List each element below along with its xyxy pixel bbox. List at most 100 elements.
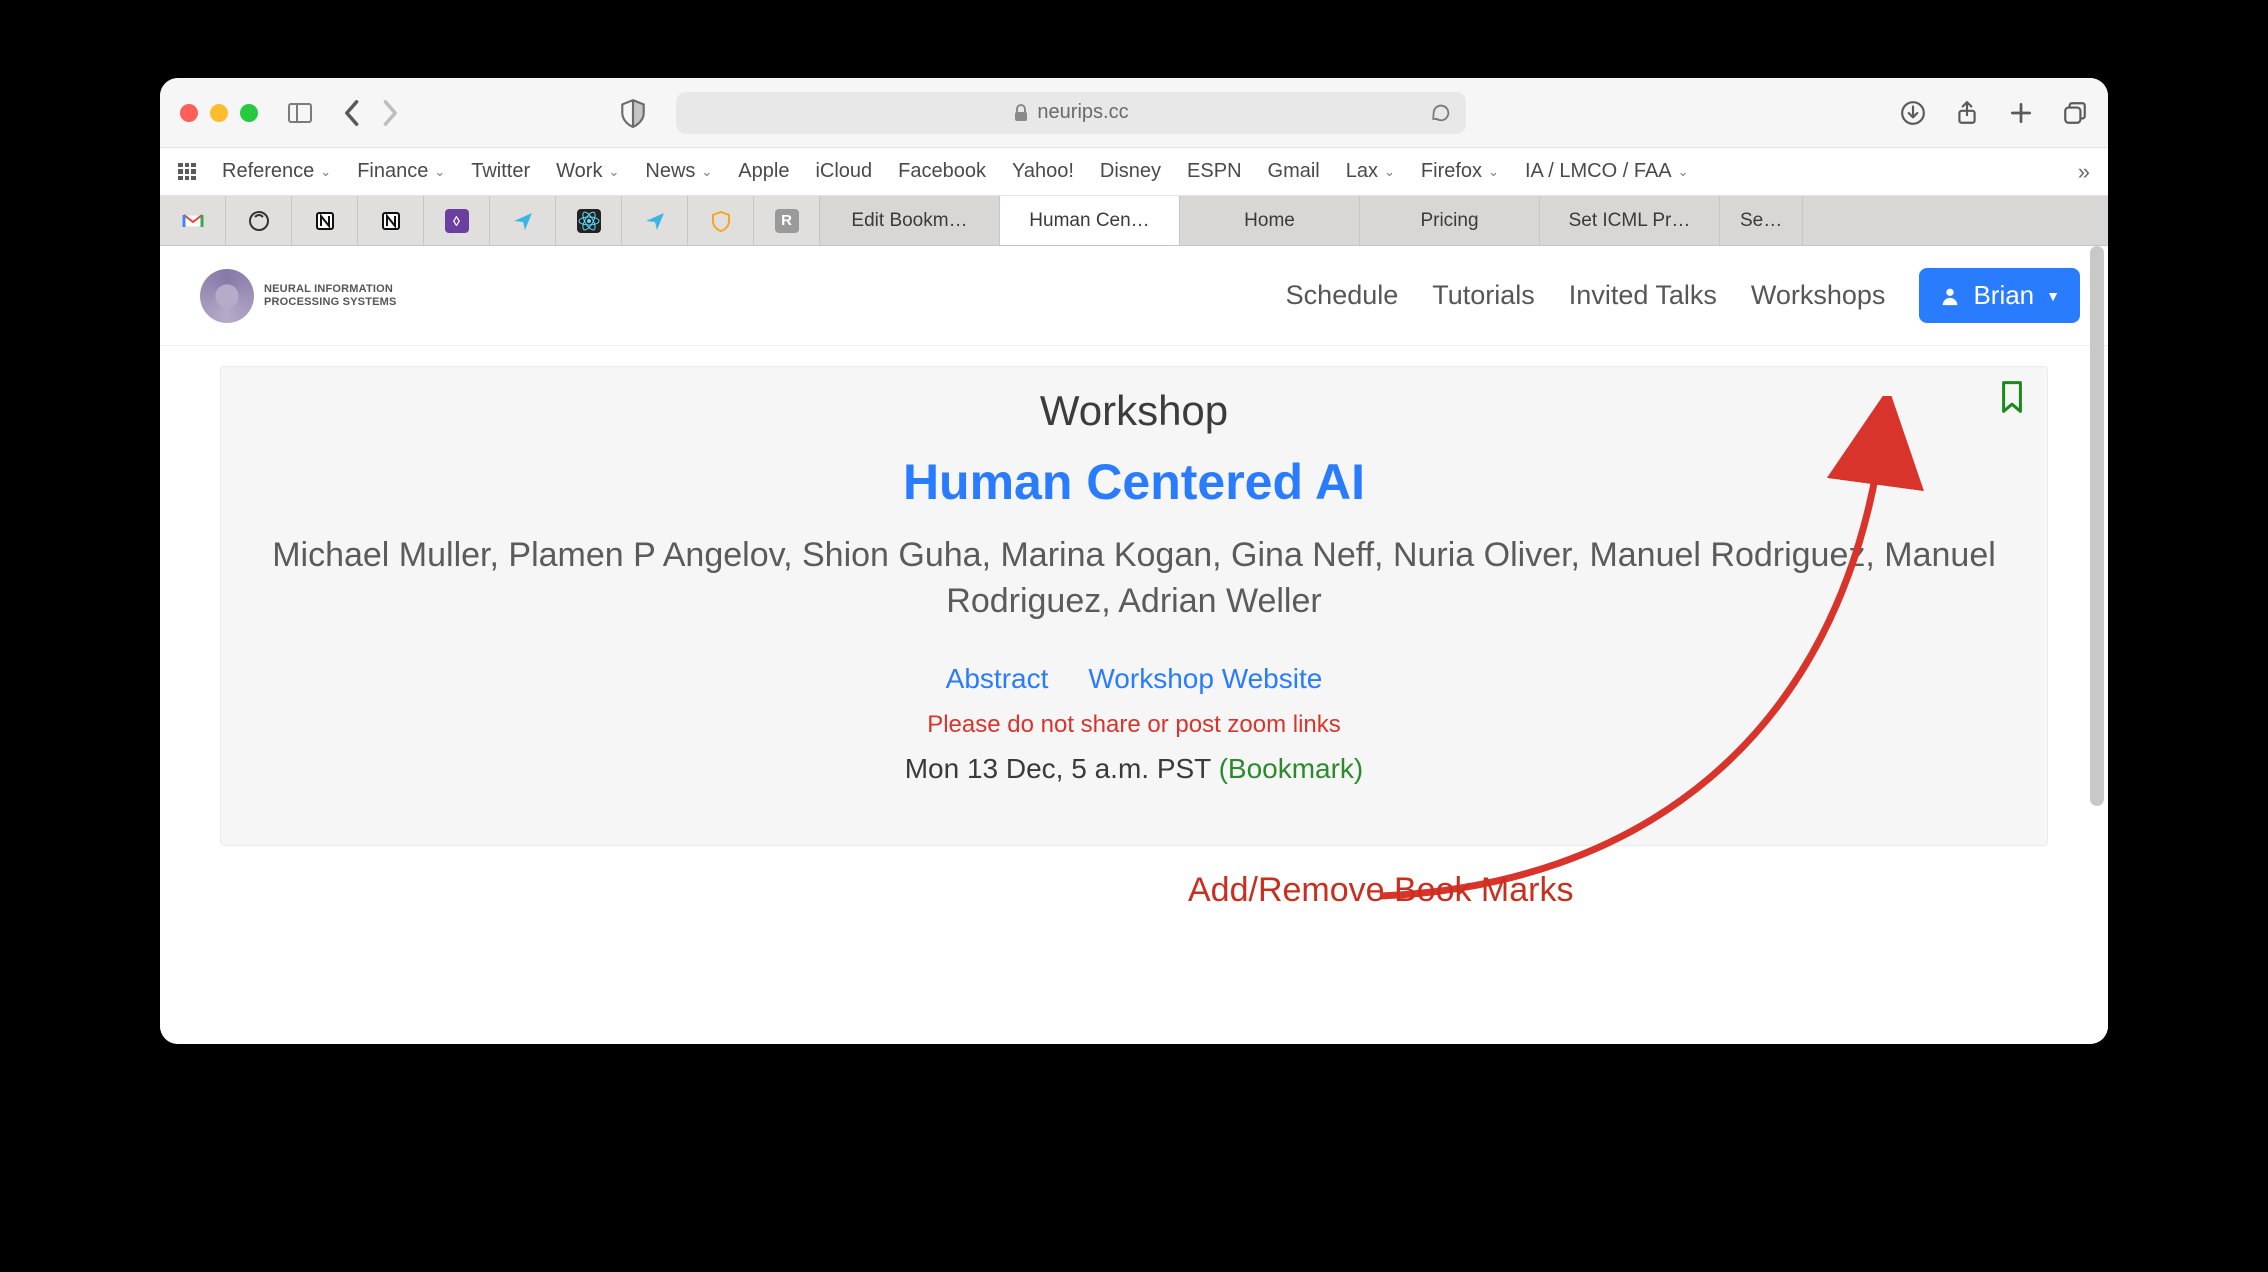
favorites-overflow-button[interactable]: » xyxy=(2078,159,2090,185)
favorite-label: Firefox xyxy=(1421,160,1482,183)
tab-label: Pricing xyxy=(1420,210,1478,232)
scrollbar[interactable] xyxy=(2090,246,2104,806)
event-authors: Michael Muller, Plamen P Angelov, Shion … xyxy=(261,533,2007,625)
chevron-down-icon: ⌄ xyxy=(608,164,619,180)
maximize-window-button[interactable] xyxy=(240,104,258,122)
chevron-down-icon: ⌄ xyxy=(320,164,331,180)
chevron-down-icon: ⌄ xyxy=(1384,164,1395,180)
nav-tutorials[interactable]: Tutorials xyxy=(1432,280,1535,311)
favorite-label: ESPN xyxy=(1187,160,1241,183)
favorite-reference[interactable]: Reference ⌄ xyxy=(222,160,331,183)
nav-invited-talks[interactable]: Invited Talks xyxy=(1569,280,1717,311)
event-card: Workshop Human Centered AI Michael Mulle… xyxy=(220,366,2048,846)
pinned-tab-react[interactable] xyxy=(556,196,622,245)
nav-arrows xyxy=(342,99,400,127)
favorite-espn[interactable]: ESPN xyxy=(1187,160,1241,183)
url-host-text: neurips.cc xyxy=(1037,101,1128,124)
pinned-tab-gmail[interactable] xyxy=(160,196,226,245)
window-controls xyxy=(180,104,258,122)
lock-icon xyxy=(1013,104,1029,122)
pinned-tab-plane-2[interactable] xyxy=(622,196,688,245)
tab-edit-bookmarks[interactable]: Edit Bookm… xyxy=(820,196,1000,245)
event-datetime: Mon 13 Dec, 5 a.m. PST xyxy=(905,753,1211,784)
tab-bar: ◊ R Edit Bookm… Human Cen… Home Pricing … xyxy=(160,196,2108,246)
user-icon xyxy=(1939,285,1961,307)
favorite-label: Reference xyxy=(222,160,314,183)
minimize-window-button[interactable] xyxy=(210,104,228,122)
link-abstract[interactable]: Abstract xyxy=(946,663,1049,695)
close-window-button[interactable] xyxy=(180,104,198,122)
favorite-facebook[interactable]: Facebook xyxy=(898,160,986,183)
favorite-gmail[interactable]: Gmail xyxy=(1268,160,1320,183)
pinned-tab-2[interactable] xyxy=(226,196,292,245)
site-navbar: NEURAL INFORMATION PROCESSING SYSTEMS Sc… xyxy=(160,246,2108,346)
pinned-tab-r[interactable]: R xyxy=(754,196,820,245)
caret-down-icon: ▼ xyxy=(2046,288,2060,304)
favorite-label: Gmail xyxy=(1268,160,1320,183)
favorite-label: iCloud xyxy=(815,160,872,183)
favorite-label: Lax xyxy=(1346,160,1378,183)
pinned-tabs: ◊ R xyxy=(160,196,820,245)
favorite-lax[interactable]: Lax ⌄ xyxy=(1346,160,1395,183)
pinned-tab-notion-1[interactable] xyxy=(292,196,358,245)
event-kind: Workshop xyxy=(261,387,2007,435)
site-nav-links: Schedule Tutorials Invited Talks Worksho… xyxy=(1286,268,2080,323)
back-button[interactable] xyxy=(342,99,360,127)
favorite-label: Apple xyxy=(738,160,789,183)
share-button[interactable] xyxy=(1954,100,1980,126)
browser-window: neurips.cc Reference ⌄ Finance ⌄ Twitter W… xyxy=(160,78,2108,1044)
favorite-label: Work xyxy=(556,160,602,183)
pinned-tab-plane-1[interactable] xyxy=(490,196,556,245)
downloads-button[interactable] xyxy=(1900,100,1926,126)
chevron-down-icon: ⌄ xyxy=(701,164,712,180)
chevron-down-icon: ⌄ xyxy=(434,164,445,180)
favorite-icloud[interactable]: iCloud xyxy=(815,160,872,183)
pinned-tab-shield[interactable] xyxy=(688,196,754,245)
privacy-shield-icon[interactable] xyxy=(620,98,646,128)
tab-overview-button[interactable] xyxy=(2062,100,2088,126)
bookmark-link[interactable]: (Bookmark) xyxy=(1219,753,1364,784)
tab-home[interactable]: Home xyxy=(1180,196,1360,245)
bookmark-icon[interactable] xyxy=(1997,379,2027,415)
refresh-button[interactable] xyxy=(1430,102,1452,124)
favorite-yahoo[interactable]: Yahoo! xyxy=(1012,160,1074,183)
site-logo[interactable]: NEURAL INFORMATION PROCESSING SYSTEMS xyxy=(200,269,397,323)
pinned-tab-purple[interactable]: ◊ xyxy=(424,196,490,245)
favorite-finance[interactable]: Finance ⌄ xyxy=(357,160,445,183)
tab-label: Set ICML Pr… xyxy=(1569,210,1691,232)
favorite-work[interactable]: Work ⌄ xyxy=(556,160,619,183)
pinned-tab-notion-2[interactable] xyxy=(358,196,424,245)
favorite-twitter[interactable]: Twitter xyxy=(471,160,530,183)
forward-button[interactable] xyxy=(382,99,400,127)
chevron-down-icon: ⌄ xyxy=(1488,164,1499,180)
favorite-label: News xyxy=(645,160,695,183)
apps-grid-icon[interactable] xyxy=(178,163,196,181)
user-menu-button[interactable]: Brian ▼ xyxy=(1919,268,2080,323)
favorites-bar: Reference⌄ Finance⌄ Twitter Work⌄ News⌄ … xyxy=(160,148,2108,196)
new-tab-button[interactable] xyxy=(2008,100,2034,126)
event-title: Human Centered AI xyxy=(261,453,2007,511)
link-workshop-website[interactable]: Workshop Website xyxy=(1088,663,1322,695)
tab-label: Edit Bookm… xyxy=(851,210,967,232)
sidebar-toggle-button[interactable] xyxy=(288,103,312,123)
tab-label: Se… xyxy=(1740,210,1782,232)
favorite-disney[interactable]: Disney xyxy=(1100,160,1161,183)
nav-schedule[interactable]: Schedule xyxy=(1286,280,1399,311)
zoom-warning: Please do not share or post zoom links xyxy=(261,711,2007,739)
address-bar[interactable]: neurips.cc xyxy=(676,92,1466,134)
favorite-news[interactable]: News ⌄ xyxy=(645,160,712,183)
user-name: Brian xyxy=(1973,280,2034,311)
tab-overflow[interactable]: Se… xyxy=(1720,196,1803,245)
nav-workshops[interactable]: Workshops xyxy=(1751,280,1886,311)
tab-label: Home xyxy=(1244,210,1295,232)
titlebar: neurips.cc xyxy=(160,78,2108,148)
favorite-apple[interactable]: Apple xyxy=(738,160,789,183)
tab-pricing[interactable]: Pricing xyxy=(1360,196,1540,245)
event-links: Abstract Workshop Website xyxy=(261,663,2007,695)
favorite-ia-lmco-faa[interactable]: IA / LMCO / FAA⌄ xyxy=(1525,160,1689,183)
tab-set-icml[interactable]: Set ICML Pr… xyxy=(1540,196,1720,245)
favorite-label: Finance xyxy=(357,160,428,183)
annotation-label: Add/Remove Book Marks xyxy=(1188,871,1574,910)
tab-human-centered[interactable]: Human Cen… xyxy=(1000,196,1180,245)
favorite-firefox[interactable]: Firefox ⌄ xyxy=(1421,160,1499,183)
